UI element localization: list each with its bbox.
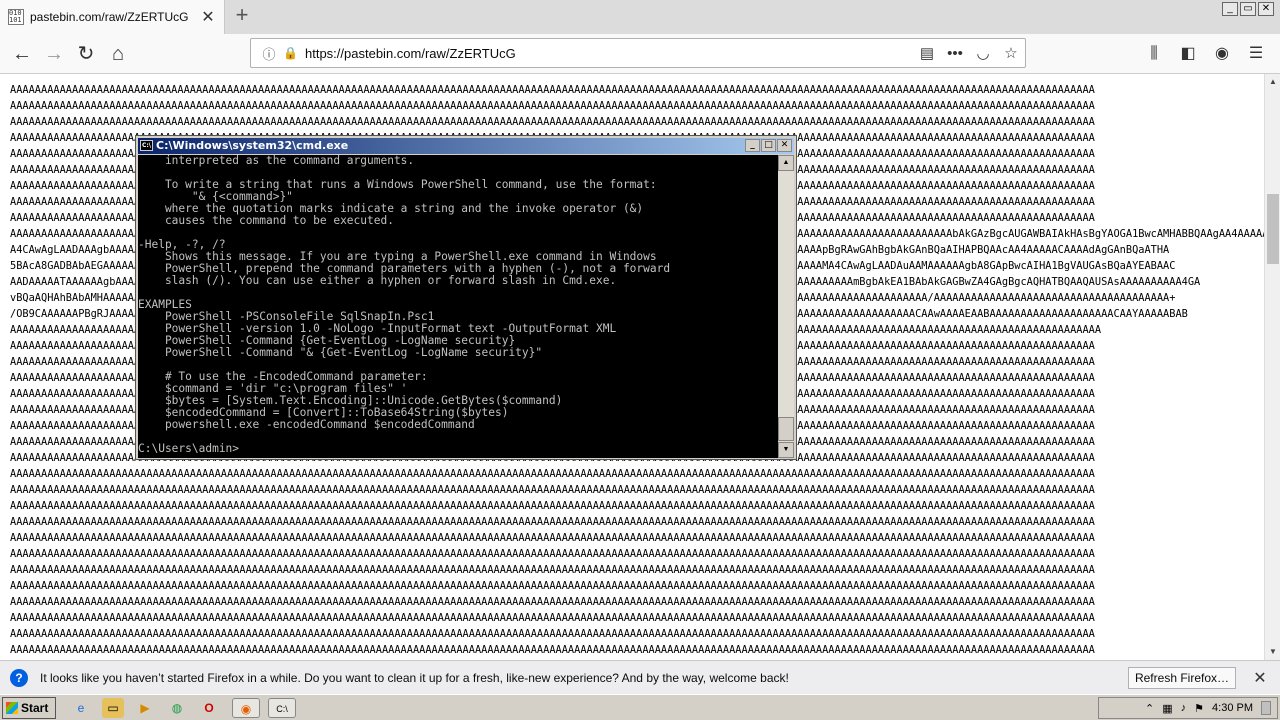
chrome-icon[interactable]: ◍ [166,698,188,718]
sidebar-icon[interactable]: ◧ [1174,40,1202,68]
scroll-down-arrow-icon[interactable]: ▼ [1265,644,1280,660]
tab-strip: 010 101 pastebin.com/raw/ZzERTUcG ✕ + _ … [0,0,1280,34]
file-explorer-icon[interactable]: ▭ [102,698,124,718]
back-arrow-icon[interactable]: ← [8,40,36,68]
cmd-window[interactable]: C:\ C:\Windows\system32\cmd.exe _ □ ✕ in… [135,135,797,460]
forward-arrow-icon[interactable]: → [40,40,68,68]
new-tab-button[interactable]: + [231,4,253,28]
notification-close-icon[interactable]: ✕ [1250,668,1270,688]
bookmark-star-icon[interactable]: ☆ [997,44,1025,62]
cmd-close-button[interactable]: ✕ [777,139,792,152]
cmd-icon: C:\ [140,140,153,151]
account-icon[interactable]: ◉ [1208,40,1236,68]
padlock-icon[interactable]: 🔒 [283,46,299,60]
scrollbar-thumb[interactable] [1267,194,1279,264]
cmd-taskbar-icon[interactable]: C:\ [268,698,296,718]
cmd-maximize-button[interactable]: □ [761,139,776,152]
system-tray: ⌃ ▦ ♪ ⚑ 4:30 PM [1098,697,1278,719]
site-info-icon[interactable]: ⓘ [259,44,279,63]
reload-icon[interactable]: ↻ [72,40,100,68]
firefox-taskbar-icon[interactable]: ◉ [232,698,260,718]
url-text[interactable]: https://pastebin.com/raw/ZzERTUcG [305,46,913,61]
pocket-icon[interactable]: ◡ [969,44,997,62]
tab-close-icon[interactable]: ✕ [198,7,218,27]
library-icon[interactable]: ⫼ [1140,40,1168,68]
page-favicon-icon: 010 101 [8,9,24,25]
cmd-titlebar[interactable]: C:\ C:\Windows\system32\cmd.exe _ □ ✕ [138,138,794,154]
cmd-scroll-down-icon[interactable]: ▼ [778,442,794,458]
volume-icon[interactable]: ♪ [1181,702,1187,714]
opera-icon[interactable]: O [198,698,220,718]
reader-view-icon[interactable]: ▤ [913,44,941,62]
cmd-title: C:\Windows\system32\cmd.exe [156,139,349,152]
home-icon[interactable]: ⌂ [104,40,132,68]
cmd-scrollbar[interactable]: ▲ ▼ [778,155,794,458]
scroll-up-arrow-icon[interactable]: ▲ [1265,74,1280,90]
browser-tab[interactable]: 010 101 pastebin.com/raw/ZzERTUcG ✕ [0,0,225,34]
cmd-scroll-up-icon[interactable]: ▲ [778,155,794,171]
cmd-window-controls: _ □ ✕ [745,139,792,152]
notification-bar: ? It looks like you haven’t started Fire… [0,660,1280,694]
window-controls: _ ▭ ✕ [1222,2,1274,16]
restore-window-button[interactable]: ▭ [1240,2,1256,16]
start-button[interactable]: Start [2,697,56,719]
internet-explorer-icon[interactable]: e [70,698,92,718]
start-label: Start [21,701,49,715]
address-bar[interactable]: ⓘ 🔒 https://pastebin.com/raw/ZzERTUcG ▤ … [250,38,1026,68]
question-icon: ? [10,668,28,687]
close-window-button[interactable]: ✕ [1258,2,1274,16]
action-center-flag-icon[interactable]: ⚑ [1194,702,1204,715]
cmd-console-output[interactable]: interpreted as the command arguments. To… [138,155,778,458]
media-player-icon[interactable]: ▶ [134,698,156,718]
menu-icon[interactable]: ☰ [1242,40,1270,68]
cmd-scrollbar-thumb[interactable] [778,417,794,441]
taskbar: Start e ▭ ▶ ◍ O ◉ C:\ ⌃ ▦ ♪ ⚑ 4:30 PM [0,694,1280,720]
tray-expand-icon[interactable]: ⌃ [1145,702,1154,715]
notification-message: It looks like you haven’t started Firefo… [40,670,789,685]
page-scrollbar[interactable]: ▲ ▼ [1264,74,1280,660]
cmd-minimize-button[interactable]: _ [745,139,760,152]
show-desktop-button[interactable] [1261,701,1271,715]
windows-logo-icon [6,702,18,714]
refresh-firefox-button[interactable]: Refresh Firefox… [1127,666,1236,689]
minimize-window-button[interactable]: _ [1222,2,1238,16]
navigation-toolbar: ← → ↻ ⌂ ⓘ 🔒 https://pastebin.com/raw/ZzE… [0,34,1280,74]
network-icon[interactable]: ▦ [1162,702,1172,715]
toolbar-right: ⫼ ◧ ◉ ☰ [1140,40,1270,68]
clock[interactable]: 4:30 PM [1212,702,1253,714]
page-actions-icon[interactable]: ••• [941,45,969,62]
tab-title: pastebin.com/raw/ZzERTUcG [30,10,189,24]
